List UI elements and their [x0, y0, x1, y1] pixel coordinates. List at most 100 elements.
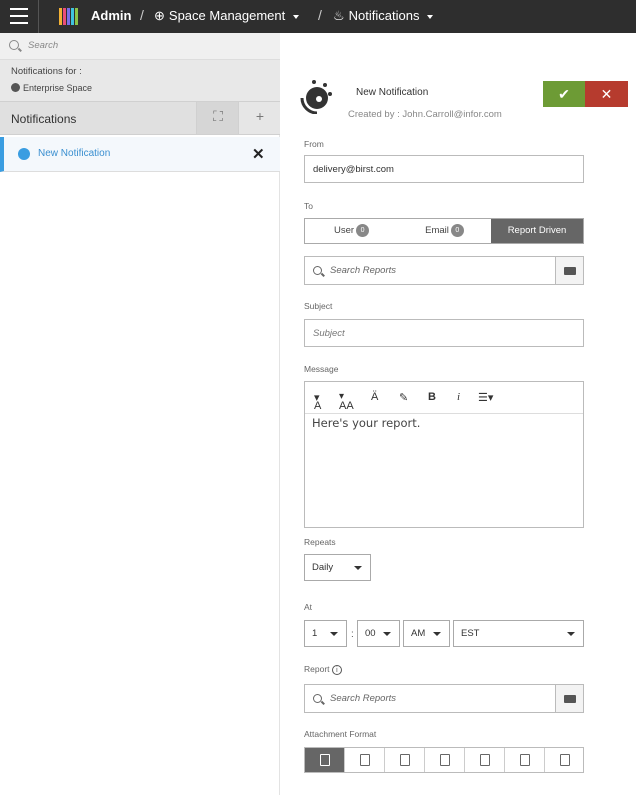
- recipient-report-search[interactable]: Search Reports: [304, 256, 584, 285]
- report-search[interactable]: Search Reports: [304, 684, 584, 713]
- tab-email[interactable]: Email 0: [398, 219, 491, 243]
- count-badge: 0: [450, 224, 464, 237]
- italic-button[interactable]: i: [457, 391, 460, 403]
- notification-bell-icon: [300, 80, 332, 114]
- ampm-value: AM: [411, 628, 426, 639]
- chevron-down-icon: [433, 632, 441, 636]
- format-csv-button[interactable]: [305, 748, 345, 772]
- chevron-down-icon: [567, 632, 575, 636]
- minute-dropdown[interactable]: 00: [357, 620, 400, 647]
- chevron-down-icon: [383, 632, 391, 636]
- plus-icon: +: [255, 108, 265, 124]
- info-icon[interactable]: i: [331, 665, 342, 675]
- format-pdf-button[interactable]: [385, 748, 425, 772]
- sidebar-search[interactable]: Search: [0, 33, 280, 60]
- search-icon: [9, 40, 19, 50]
- tab-report-driven[interactable]: Report Driven: [491, 219, 583, 243]
- font-family-button[interactable]: A ▾: [314, 391, 321, 412]
- format-xls-button[interactable]: [465, 748, 505, 772]
- menu-icon[interactable]: [10, 8, 28, 24]
- chevron-down-icon: [293, 14, 300, 19]
- browse-button[interactable]: [555, 257, 583, 284]
- chevron-down-icon: [354, 566, 362, 570]
- notification-icon: [18, 148, 30, 160]
- bell-icon: ♨: [333, 8, 345, 23]
- close-icon: ✕: [600, 86, 613, 102]
- expand-icon: ⛶: [213, 108, 223, 124]
- space-icon: [11, 83, 20, 92]
- xls-file-icon: [480, 754, 490, 766]
- save-button[interactable]: ✔: [543, 81, 585, 107]
- at-label: At: [304, 602, 313, 612]
- attachment-format-label: Attachment Format: [304, 729, 377, 739]
- to-segmented-control: User 0 Email 0 Report Driven: [304, 218, 584, 244]
- search-icon: [313, 266, 322, 275]
- format-png-button[interactable]: [345, 748, 385, 772]
- pdf-file-icon: [400, 754, 410, 766]
- text-color-icon[interactable]: Ä: [371, 391, 378, 403]
- message-label: Message: [304, 364, 339, 374]
- breadcrumb-label: Notifications: [348, 8, 420, 23]
- sidebar: Search Notifications for : Enterprise Sp…: [0, 33, 280, 795]
- font-size-button[interactable]: AA ▾: [339, 391, 354, 412]
- subject-field[interactable]: Subject: [304, 319, 584, 347]
- format-doc-button[interactable]: [505, 748, 545, 772]
- format-xlsx-button[interactable]: [425, 748, 465, 772]
- folder-icon: [564, 695, 576, 703]
- check-icon: ✔: [558, 86, 570, 102]
- attachment-format-selector: [304, 747, 584, 773]
- chevron-down-icon: [427, 14, 434, 19]
- created-by: Created by : John.Carroll@infor.com: [348, 109, 502, 120]
- birst-logo-icon: [59, 8, 79, 25]
- timezone-dropdown[interactable]: EST: [453, 620, 584, 647]
- search-input[interactable]: Search: [28, 40, 58, 51]
- from-field[interactable]: delivery@birst.com: [304, 155, 584, 183]
- browse-button[interactable]: [555, 685, 583, 712]
- editor-toolbar: A ▾ AA ▾ Ä ✎ B i ☰▾: [305, 382, 583, 414]
- report-search-input[interactable]: Search Reports: [330, 693, 396, 704]
- tab-label: Report Driven: [507, 225, 567, 236]
- form-title: New Notification: [356, 87, 429, 98]
- close-icon[interactable]: ✕: [252, 145, 265, 163]
- hour-dropdown[interactable]: 1: [304, 620, 347, 647]
- notifications-title: Notifications: [11, 112, 77, 126]
- search-icon: [313, 694, 322, 703]
- breadcrumb-separator: /: [318, 7, 322, 23]
- space-name-label: Enterprise Space: [23, 83, 93, 93]
- folder-icon: [564, 267, 576, 275]
- ampm-dropdown[interactable]: AM: [403, 620, 450, 647]
- format-ppt-button[interactable]: [545, 748, 585, 772]
- expand-button[interactable]: ⛶: [196, 102, 238, 134]
- from-value: delivery@birst.com: [313, 164, 394, 175]
- time-separator: :: [351, 629, 354, 640]
- add-notification-button[interactable]: +: [238, 102, 280, 134]
- notification-form: New Notification Created by : John.Carro…: [281, 33, 636, 795]
- highlight-icon[interactable]: ✎: [399, 391, 408, 404]
- ppt-file-icon: [560, 754, 570, 766]
- notifications-for: Notifications for : Enterprise Space: [0, 60, 280, 101]
- doc-file-icon: [520, 754, 530, 766]
- breadcrumb-space-management[interactable]: ⊕ Space Management: [154, 8, 300, 24]
- minute-value: 00: [365, 628, 376, 639]
- image-file-icon: [360, 754, 370, 766]
- tab-label: Email: [425, 225, 449, 236]
- repeats-dropdown[interactable]: Daily: [304, 554, 371, 581]
- breadcrumb-notifications[interactable]: ♨ Notifications: [333, 8, 434, 24]
- repeats-label: Repeats: [304, 537, 336, 547]
- tab-label: User: [333, 225, 355, 236]
- tab-user[interactable]: User 0: [305, 219, 398, 243]
- align-icon[interactable]: ☰▾: [478, 391, 493, 404]
- notification-list-item[interactable]: New Notification ✕: [0, 137, 280, 172]
- divider: [38, 0, 39, 33]
- subject-label: Subject: [304, 301, 333, 311]
- bold-button[interactable]: B: [428, 391, 436, 403]
- hour-value: 1: [312, 628, 318, 639]
- csv-file-icon: [320, 754, 330, 766]
- app-title[interactable]: Admin: [91, 8, 131, 23]
- message-body[interactable]: Here's your report.: [312, 416, 420, 430]
- search-reports-input[interactable]: Search Reports: [330, 265, 396, 276]
- message-editor[interactable]: A ▾ AA ▾ Ä ✎ B i ☰▾ Here's your report.: [304, 381, 584, 528]
- repeats-value: Daily: [312, 562, 334, 573]
- top-bar: Admin / ⊕ Space Management / ♨ Notificatio…: [0, 0, 636, 33]
- cancel-button[interactable]: ✕: [585, 81, 628, 107]
